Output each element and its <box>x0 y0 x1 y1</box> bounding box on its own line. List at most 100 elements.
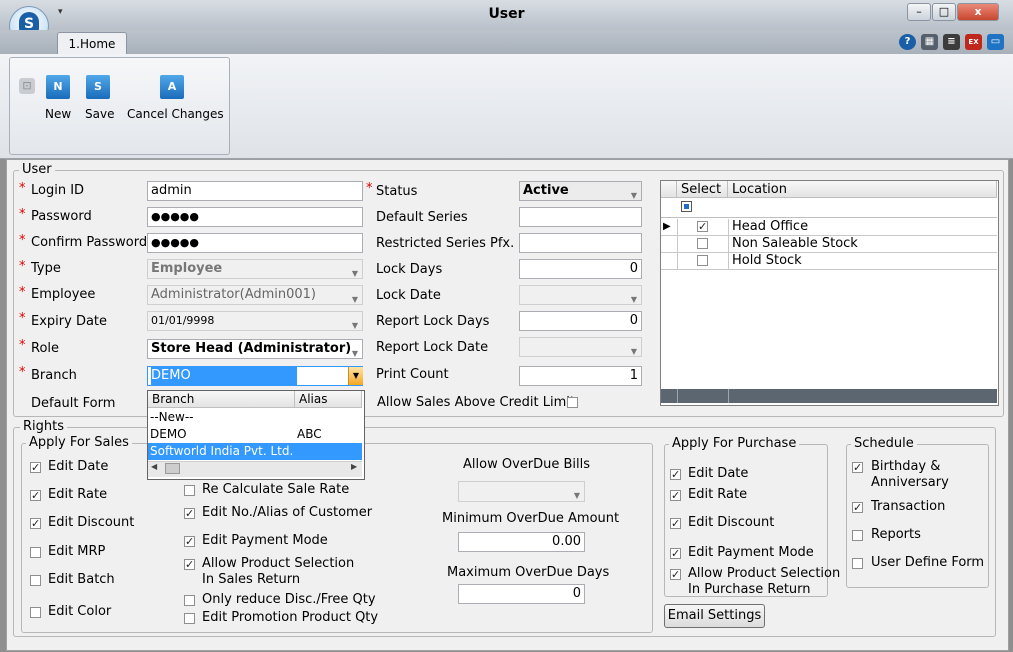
expiry-date-picker[interactable]: 01/01/9998 ▼ <box>147 311 363 331</box>
exit-icon[interactable]: EX <box>965 34 982 50</box>
popup-option-alias: ABC <box>297 427 322 441</box>
grid-header-select[interactable]: Select <box>677 181 728 198</box>
tab-home[interactable]: 1.Home <box>57 32 127 55</box>
checkbox[interactable] <box>184 595 195 606</box>
checkbox[interactable]: ✓ <box>670 548 681 559</box>
role-dropdown[interactable]: Store Head (Administrator) ▼ <box>147 339 363 359</box>
popup-option[interactable]: DEMO ABC <box>148 426 362 443</box>
checkbox[interactable] <box>184 485 195 496</box>
branch-dropdown[interactable]: DEMO <box>147 366 363 386</box>
checkbox-label: Edit Rate <box>688 487 748 502</box>
default-series-input[interactable] <box>519 207 642 227</box>
allow-sales-credit-checkbox[interactable] <box>567 397 578 408</box>
branch-label: Branch <box>31 368 77 383</box>
grid-divider <box>728 219 729 235</box>
employee-value: Administrator(Admin001) <box>151 287 317 302</box>
status-dropdown[interactable]: Active ▼ <box>519 181 642 201</box>
checkbox-label: Edit Color <box>48 604 112 619</box>
grid-divider <box>728 253 729 269</box>
popup-scroll-thumb[interactable] <box>165 463 180 474</box>
minimize-button[interactable]: – <box>907 3 931 21</box>
rights-legend: Rights <box>20 419 68 434</box>
default-series-label: Default Series <box>376 210 468 225</box>
checkbox[interactable]: ✓ <box>184 536 195 547</box>
checkbox[interactable]: ✓ <box>184 508 195 519</box>
restricted-series-label: Restricted Series Pfx. <box>376 236 515 251</box>
cancel-changes-icon[interactable]: A <box>160 75 184 99</box>
checkbox[interactable]: ✓ <box>852 462 863 473</box>
chevron-down-icon: ▼ <box>630 191 637 200</box>
checkbox[interactable]: ✓ <box>30 518 41 529</box>
close-button[interactable]: x <box>957 3 999 21</box>
login-id-input[interactable]: admin <box>147 181 363 201</box>
window-icon[interactable]: ▭ <box>987 34 1004 50</box>
location-checkbox[interactable] <box>697 255 708 266</box>
checkbox[interactable] <box>184 613 195 624</box>
lock-date-picker[interactable]: ▼ <box>519 285 642 305</box>
location-checkbox[interactable]: ✓ <box>697 221 708 232</box>
checkbox[interactable]: ✓ <box>670 469 681 480</box>
allow-overdue-dropdown[interactable]: ▼ <box>458 481 585 502</box>
checkbox[interactable]: ✓ <box>852 502 863 513</box>
status-value: Active <box>523 183 569 198</box>
checkbox[interactable]: ✓ <box>30 462 41 473</box>
notepad-icon[interactable]: ≡ <box>943 34 960 50</box>
select-all-checkbox[interactable] <box>681 201 692 212</box>
checkbox[interactable] <box>852 558 863 569</box>
new-icon[interactable]: N <box>46 75 70 99</box>
checkbox[interactable] <box>30 547 41 558</box>
print-count-input[interactable]: 1 <box>519 366 642 386</box>
checkbox[interactable]: ✓ <box>670 490 681 501</box>
table-row[interactable]: Hold Stock <box>661 253 997 270</box>
password-input[interactable]: ●●●●● <box>147 207 363 227</box>
chevron-down-icon: ▼ <box>351 295 358 304</box>
ribbon-group-actions <box>9 57 230 155</box>
branch-value: DEMO <box>151 367 297 385</box>
popup-option-branch: Softworld India Pvt. Ltd. <box>150 444 294 458</box>
checkbox[interactable] <box>30 607 41 618</box>
popup-hscrollbar[interactable] <box>148 461 362 477</box>
type-dropdown[interactable]: Employee ▼ <box>147 259 363 279</box>
max-overdue-input[interactable]: 0 <box>458 584 585 604</box>
scroll-left-icon[interactable]: ◀ <box>151 462 157 471</box>
required-mark: * <box>366 181 373 196</box>
table-row[interactable]: Non Saleable Stock <box>661 236 997 253</box>
lock-days-input[interactable]: 0 <box>519 259 642 279</box>
grid-header-location[interactable]: Location <box>728 181 997 198</box>
scroll-right-icon[interactable]: ▶ <box>351 462 357 471</box>
checkbox[interactable]: ✓ <box>670 518 681 529</box>
help-icon[interactable]: ? <box>899 34 916 50</box>
report-lock-days-input[interactable]: 0 <box>519 311 642 331</box>
table-row[interactable]: ▶ ✓ Head Office <box>661 219 997 236</box>
required-mark: * <box>19 233 26 248</box>
new-button[interactable]: New <box>45 107 71 121</box>
checkbox[interactable] <box>852 530 863 541</box>
checkbox[interactable]: ✓ <box>184 559 195 570</box>
restricted-series-input[interactable] <box>519 233 642 253</box>
apply-for-sales-legend: Apply For Sales <box>26 435 132 450</box>
email-settings-button[interactable]: Email Settings <box>664 604 765 628</box>
location-checkbox[interactable] <box>697 238 708 249</box>
checkbox-label: Birthday & Anniversary <box>871 459 949 490</box>
checkbox[interactable]: ✓ <box>30 490 41 501</box>
popup-option[interactable]: Softworld India Pvt. Ltd. <box>148 443 362 460</box>
checkbox[interactable]: ✓ <box>670 569 681 580</box>
expiry-date-value: 01/01/9998 <box>151 314 215 327</box>
min-overdue-input[interactable]: 0.00 <box>458 532 585 552</box>
popup-option[interactable]: --New-- <box>148 409 362 426</box>
save-button[interactable]: Save <box>85 107 114 121</box>
calculator-icon[interactable]: ▦ <box>921 34 938 50</box>
user-group-legend: User <box>19 162 55 177</box>
chevron-down-icon[interactable]: ▼ <box>348 367 363 385</box>
cancel-changes-button[interactable]: Cancel Changes <box>127 107 224 121</box>
save-icon[interactable]: S <box>86 75 110 99</box>
maximize-button[interactable]: □ <box>932 3 956 21</box>
confirm-password-input[interactable]: ●●●●● <box>147 233 363 253</box>
employee-dropdown[interactable]: Administrator(Admin001) ▼ <box>147 285 363 305</box>
checkbox[interactable] <box>30 575 41 586</box>
location-name: Non Saleable Stock <box>732 236 858 251</box>
checkbox-label: Only reduce Disc./Free Qty <box>202 592 376 607</box>
lock-days-label: Lock Days <box>376 262 443 277</box>
report-lock-date-picker[interactable]: ▼ <box>519 337 642 357</box>
quick-access-dropdown-icon[interactable]: ▾ <box>58 7 63 17</box>
